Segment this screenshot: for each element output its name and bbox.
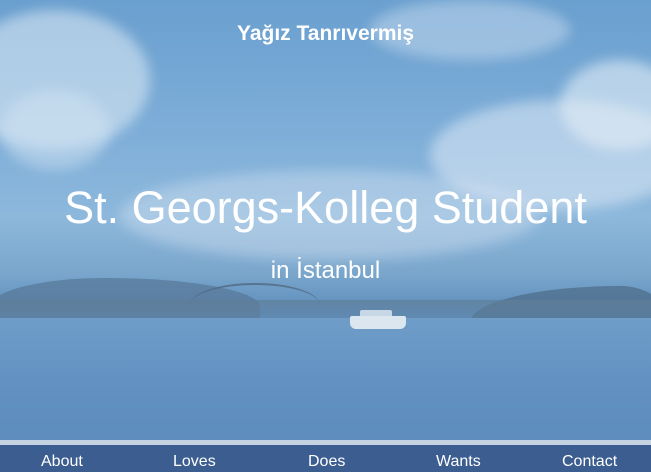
bottom-nav: About Loves Does Wants Contact <box>0 440 651 472</box>
nav-item-contact[interactable]: Contact <box>562 453 617 471</box>
cloud <box>0 90 110 170</box>
hero-section: Yağız Tanrıvermiş St. Georgs-Kolleg Stud… <box>0 0 651 472</box>
nav-item-about[interactable]: About <box>41 453 83 471</box>
ferry <box>350 316 406 329</box>
nav-item-loves[interactable]: Loves <box>173 453 216 471</box>
hero-headline: St. Georgs-Kolleg Student <box>64 182 587 233</box>
hero-subline: in İstanbul <box>270 257 381 284</box>
site-title[interactable]: Yağız Tanrıvermiş <box>0 22 651 46</box>
nav-item-does[interactable]: Does <box>308 453 345 471</box>
nav-item-wants[interactable]: Wants <box>436 453 481 471</box>
